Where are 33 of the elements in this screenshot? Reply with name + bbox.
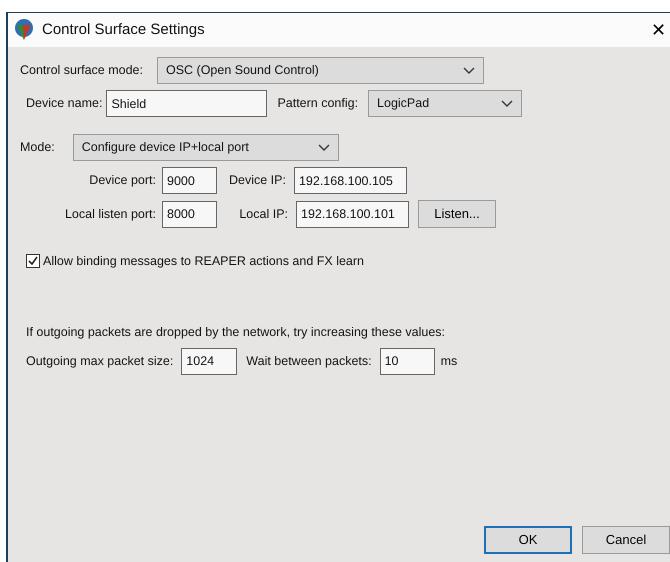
field-label: Outgoing max packet size:: [26, 352, 174, 370]
caret-icon: [318, 144, 330, 152]
field-label: Wait between packets:: [246, 352, 372, 370]
field-label: Control surface mode:: [20, 62, 143, 80]
input-field[interactable]: 192.168.100.105: [294, 167, 407, 194]
app-logo-icon: [14, 19, 34, 41]
listen-button[interactable]: Listen...: [418, 200, 496, 228]
window-title: Control Surface Settings: [42, 20, 205, 40]
dropdown[interactable]: OSC (Open Sound Control): [156, 57, 484, 84]
field-label: If outgoing packets are dropped by the network, try increasing these values:: [26, 324, 445, 341]
field-label: Pattern config:: [277, 95, 358, 112]
caret-icon: [462, 66, 475, 74]
field-label: Device IP:: [229, 172, 286, 190]
dropdown[interactable]: LogicPad: [368, 90, 522, 117]
input-field[interactable]: 192.168.100.101: [296, 200, 409, 228]
field-label: Device port:: [88, 172, 156, 190]
dialog-button[interactable]: Cancel: [582, 526, 670, 554]
field-label: Device name:: [26, 95, 102, 112]
close-button[interactable]: ✕: [647, 21, 670, 39]
field-label: ms: [440, 352, 458, 370]
checkbox[interactable]: [26, 254, 40, 268]
dropdown[interactable]: Configure device IP+local port: [72, 134, 339, 161]
field-label: Local listen port:: [64, 206, 156, 223]
input-field[interactable]: 1024: [181, 348, 238, 374]
input-field[interactable]: 10: [380, 348, 435, 374]
input-field[interactable]: 8000: [162, 200, 217, 228]
field-label: Allow binding messages to REAPER actions and FX learn: [43, 253, 364, 270]
dialog-button[interactable]: OK: [484, 526, 572, 554]
caret-icon: [501, 100, 514, 108]
field-label: Local IP:: [238, 206, 288, 223]
input-field[interactable]: 9000: [162, 167, 217, 194]
field-label: Mode:: [20, 139, 55, 156]
input-field[interactable]: Shield: [106, 90, 268, 117]
